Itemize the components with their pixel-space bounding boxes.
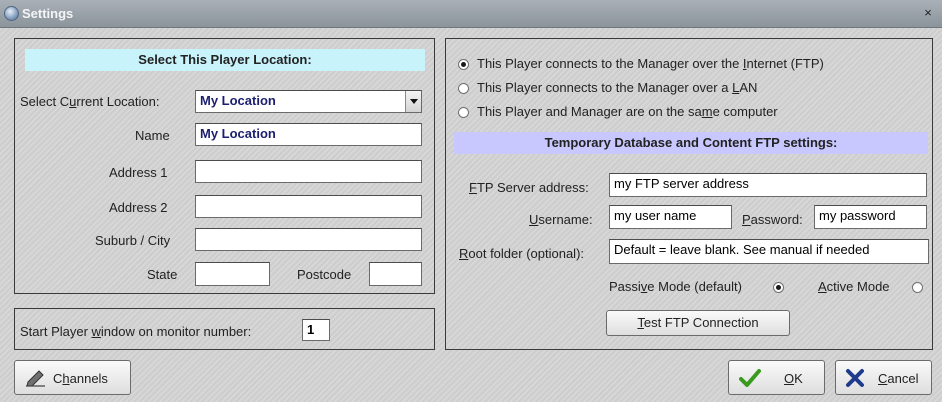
password-label: Password:	[742, 212, 803, 227]
ftp-server-field[interactable]: my FTP server address	[609, 173, 927, 197]
radio-active-mode[interactable]	[912, 282, 923, 293]
connection-panel: This Player connects to the Manager over…	[445, 38, 933, 350]
location-header: Select This Player Location:	[25, 49, 425, 71]
location-panel: Select This Player Location: Select Curr…	[14, 38, 435, 294]
monitor-label: Start Player window on monitor number:	[20, 324, 252, 339]
active-mode-label: Active Mode	[818, 279, 890, 294]
option-same-computer-label: This Player and Manager are on the same …	[477, 104, 778, 119]
settings-window: Settings × Select This Player Location: …	[0, 0, 942, 402]
state-field[interactable]	[195, 262, 270, 286]
location-dropdown[interactable]: My Location	[195, 90, 422, 113]
x-icon	[846, 369, 864, 387]
address2-label: Address 2	[109, 200, 168, 215]
radio-lan[interactable]	[458, 83, 469, 94]
cancel-button-label: Cancel	[878, 371, 919, 386]
checkmark-icon	[739, 369, 761, 387]
cancel-button[interactable]: Cancel	[835, 360, 932, 395]
password-field[interactable]: my password	[814, 205, 927, 229]
radio-internet-ftp[interactable]	[458, 59, 469, 70]
option-lan-label: This Player connects to the Manager over…	[477, 80, 758, 95]
test-ftp-button[interactable]: Test FTP Connection	[606, 310, 790, 336]
passive-mode-label: Passive Mode (default)	[609, 279, 742, 294]
username-field[interactable]: my user name	[609, 205, 732, 229]
radio-same-computer[interactable]	[458, 107, 469, 118]
chevron-down-icon[interactable]	[405, 91, 421, 112]
channels-button-label: Channels	[53, 371, 108, 386]
address1-label: Address 1	[109, 165, 168, 180]
state-label: State	[147, 267, 178, 282]
suburb-label: Suburb / City	[95, 233, 171, 248]
select-location-label: Select Current Location:	[20, 94, 160, 109]
title-bar: Settings ×	[0, 0, 942, 28]
location-dropdown-value: My Location	[200, 93, 276, 108]
postcode-field[interactable]	[369, 262, 422, 286]
channels-button[interactable]: Channels	[14, 360, 131, 395]
address1-field[interactable]	[195, 160, 422, 183]
root-folder-field[interactable]: Default = leave blank. See manual if nee…	[609, 239, 929, 264]
name-label: Name	[135, 128, 170, 143]
pen-icon	[26, 370, 45, 387]
username-label: Username:	[529, 212, 593, 227]
ftp-server-label: FTP Server address:	[469, 180, 589, 195]
suburb-field[interactable]	[195, 228, 422, 251]
option-internet-ftp-label: This Player connects to the Manager over…	[477, 56, 824, 71]
close-button[interactable]: ×	[920, 5, 936, 21]
monitor-number-field[interactable]: 1	[302, 319, 330, 341]
ftp-header: Temporary Database and Content FTP setti…	[454, 132, 928, 154]
name-field[interactable]: My Location	[195, 123, 422, 146]
monitor-panel: Start Player window on monitor number: 1	[14, 308, 435, 350]
window-title: Settings	[22, 6, 74, 21]
ok-button-label: OK	[784, 371, 803, 386]
app-icon	[4, 6, 19, 21]
radio-passive-mode[interactable]	[773, 282, 784, 293]
root-folder-label: Root folder (optional):	[459, 246, 585, 261]
ok-button[interactable]: OK	[728, 360, 825, 395]
address2-field[interactable]	[195, 195, 422, 218]
postcode-label: Postcode	[297, 267, 352, 282]
